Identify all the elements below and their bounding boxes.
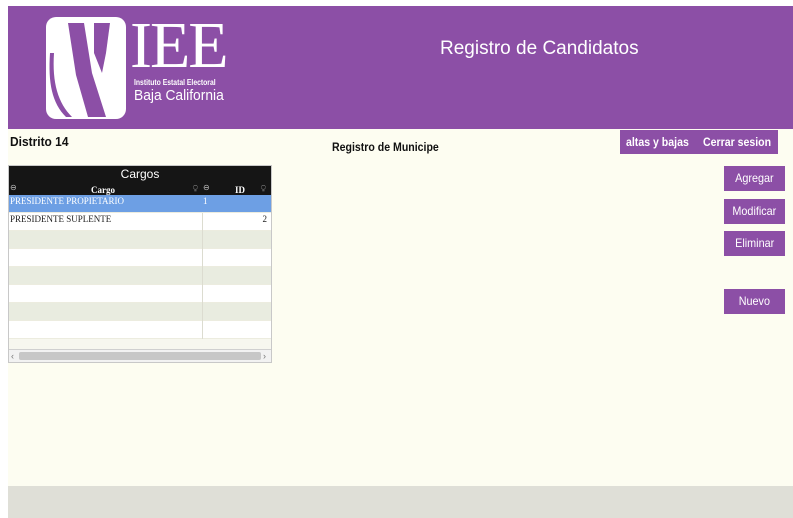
agregar-button[interactable]: Agregar (724, 166, 785, 191)
sort-icon[interactable]: ⊖ (10, 183, 17, 192)
cell-id: 1 (203, 196, 208, 206)
cell-id: 2 (262, 214, 268, 224)
cell-cargo: PRESIDENTE SUPLENTE (10, 214, 112, 224)
cell-cargo: PRESIDENTE PROPIETARIO (10, 196, 125, 206)
sort-icon[interactable]: ⊖ (203, 183, 210, 192)
grid-rows: PRESIDENTE PROPIETARIO 1 PRESIDENTE SUPL… (9, 195, 271, 339)
header-banner: IEE Instituto Estatal Electoral Baja Cal… (8, 6, 793, 129)
grid-header: ⊖ Cargo ⍜ ⊖ ID ⍜ (9, 182, 271, 195)
column-divider (202, 303, 203, 321)
modificar-button-label: Modificar (732, 204, 777, 218)
column-header-id[interactable]: ID (235, 185, 245, 195)
empty-row (9, 303, 271, 321)
column-search-icon[interactable]: ⍜ (261, 183, 266, 193)
column-divider (202, 249, 203, 267)
scroll-right-icon[interactable]: › (263, 350, 266, 362)
nuevo-button[interactable]: Nuevo (724, 289, 785, 314)
agregar-button-label: Agregar (735, 171, 774, 185)
page: IEE Instituto Estatal Electoral Baja Cal… (8, 6, 793, 518)
column-divider (202, 285, 203, 303)
top-nav: altas y bajas Cerrar sesion (620, 130, 778, 154)
nuevo-button-label: Nuevo (738, 294, 771, 308)
scrollbar-thumb[interactable] (19, 352, 261, 360)
logo-state-name: Baja California (134, 87, 224, 104)
modificar-button[interactable]: Modificar (724, 199, 785, 224)
column-divider (202, 321, 203, 339)
eliminar-button-label: Eliminar (734, 236, 775, 250)
logo-mark-icon (46, 17, 126, 119)
column-divider (202, 231, 203, 249)
column-divider (202, 267, 203, 285)
district-label: Distrito 14 (10, 134, 69, 149)
horizontal-scrollbar[interactable]: ‹ › (9, 349, 271, 362)
column-search-icon[interactable]: ⍜ (193, 183, 198, 193)
app-title: Registro de Candidatos (440, 38, 639, 59)
column-header-cargo[interactable]: Cargo (91, 185, 115, 195)
logo-letters: IEE (130, 9, 229, 82)
cargos-grid: Cargos ⊖ Cargo ⍜ ⊖ ID ⍜ PRESIDENTE PROPI… (8, 165, 272, 363)
scroll-left-icon[interactable]: ‹ (11, 350, 14, 362)
table-row[interactable]: PRESIDENTE PROPIETARIO 1 (9, 195, 271, 213)
iee-logo: IEE Instituto Estatal Electoral Baja Cal… (44, 13, 244, 123)
grid-caption: Cargos (9, 166, 271, 182)
empty-row (9, 249, 271, 267)
empty-row (9, 267, 271, 285)
empty-row (9, 321, 271, 339)
logo-institute-name: Instituto Estatal Electoral (134, 78, 216, 87)
eliminar-button[interactable]: Eliminar (724, 231, 785, 256)
empty-row (9, 285, 271, 303)
empty-row (9, 231, 271, 249)
page-subtitle: Registro de Municipe (332, 140, 439, 154)
footer-bar (8, 486, 793, 518)
nav-cerrar-sesion-link[interactable]: Cerrar sesion (703, 135, 771, 149)
nav-altas-bajas-link[interactable]: altas y bajas (626, 135, 689, 149)
table-row[interactable]: PRESIDENTE SUPLENTE 2 (9, 213, 271, 231)
